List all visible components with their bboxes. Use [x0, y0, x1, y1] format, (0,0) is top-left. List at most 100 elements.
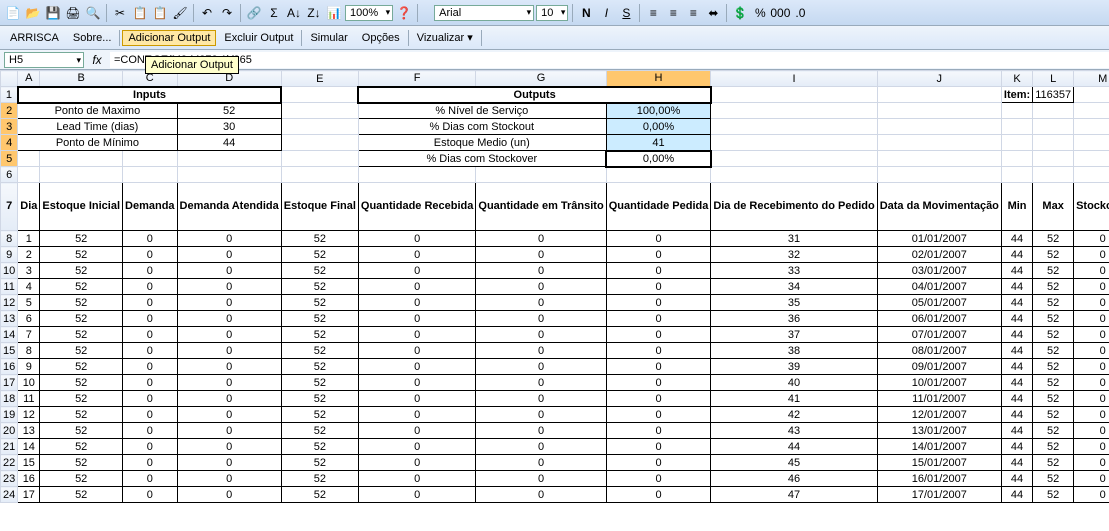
output-value-3[interactable]: 0,00%: [606, 119, 711, 135]
cell-J11[interactable]: 04/01/2007: [877, 279, 1001, 295]
cell-H14[interactable]: 0: [606, 327, 711, 343]
row-header-5[interactable]: 5: [1, 151, 18, 167]
italic-button[interactable]: I: [597, 4, 615, 22]
cell-E21[interactable]: 52: [281, 439, 358, 455]
cell-D6[interactable]: [177, 167, 281, 183]
cell-B22[interactable]: 52: [40, 455, 123, 471]
output-value-4[interactable]: 41: [606, 135, 711, 151]
cell-L16[interactable]: 52: [1033, 359, 1074, 375]
row-header-18[interactable]: 18: [1, 391, 18, 407]
cell-G19[interactable]: 0: [476, 407, 606, 423]
cell-J17[interactable]: 10/01/2007: [877, 375, 1001, 391]
cell-I20[interactable]: 43: [711, 423, 877, 439]
cell-D15[interactable]: 0: [177, 343, 281, 359]
cell-K24[interactable]: 44: [1001, 487, 1032, 503]
cell-A15[interactable]: 8: [18, 343, 40, 359]
cell-M6[interactable]: [1074, 167, 1109, 183]
cell-C20[interactable]: 0: [123, 423, 178, 439]
cell-A13[interactable]: 6: [18, 311, 40, 327]
cell-L3[interactable]: [1033, 119, 1074, 135]
cell-I12[interactable]: 35: [711, 295, 877, 311]
row-header-10[interactable]: 10: [1, 263, 18, 279]
cell-D11[interactable]: 0: [177, 279, 281, 295]
row-header-21[interactable]: 21: [1, 439, 18, 455]
cell-H21[interactable]: 0: [606, 439, 711, 455]
cell-K20[interactable]: 44: [1001, 423, 1032, 439]
cell-B23[interactable]: 52: [40, 471, 123, 487]
save-icon[interactable]: 💾: [44, 4, 62, 22]
cell-E8[interactable]: 52: [281, 231, 358, 247]
cell-L22[interactable]: 52: [1033, 455, 1074, 471]
cell-D10[interactable]: 0: [177, 263, 281, 279]
cell-M8[interactable]: 0: [1074, 231, 1109, 247]
cell-J20[interactable]: 13/01/2007: [877, 423, 1001, 439]
cell-H24[interactable]: 0: [606, 487, 711, 503]
cell-J5[interactable]: [877, 151, 1001, 167]
cell-E1[interactable]: [281, 87, 358, 103]
row-header-17[interactable]: 17: [1, 375, 18, 391]
cell-I11[interactable]: 34: [711, 279, 877, 295]
cell-I8[interactable]: 31: [711, 231, 877, 247]
row-header-22[interactable]: 22: [1, 455, 18, 471]
cell-H22[interactable]: 0: [606, 455, 711, 471]
cell-L8[interactable]: 52: [1033, 231, 1074, 247]
cut-icon[interactable]: ✂: [111, 4, 129, 22]
cell-G22[interactable]: 0: [476, 455, 606, 471]
row-header-12[interactable]: 12: [1, 295, 18, 311]
cell-L10[interactable]: 52: [1033, 263, 1074, 279]
cell-G18[interactable]: 0: [476, 391, 606, 407]
row-header-19[interactable]: 19: [1, 407, 18, 423]
cell-A11[interactable]: 4: [18, 279, 40, 295]
row-header-16[interactable]: 16: [1, 359, 18, 375]
cell-M17[interactable]: 0: [1074, 375, 1109, 391]
cell-G20[interactable]: 0: [476, 423, 606, 439]
cell-G15[interactable]: 0: [476, 343, 606, 359]
cell-C10[interactable]: 0: [123, 263, 178, 279]
cell-D13[interactable]: 0: [177, 311, 281, 327]
cell-B10[interactable]: 52: [40, 263, 123, 279]
autosum-icon[interactable]: Σ: [265, 4, 283, 22]
cell-A6[interactable]: [18, 167, 40, 183]
cell-M4[interactable]: [1074, 135, 1109, 151]
menu-vizualizar[interactable]: Vizualizar ▾: [411, 29, 479, 46]
cell-G9[interactable]: 0: [476, 247, 606, 263]
hyperlink-icon[interactable]: 🔗: [245, 4, 263, 22]
preview-icon[interactable]: 🔍: [84, 4, 102, 22]
cell-J24[interactable]: 17/01/2007: [877, 487, 1001, 503]
col-header-L[interactable]: L: [1033, 71, 1074, 87]
row-header-9[interactable]: 9: [1, 247, 18, 263]
cell-A18[interactable]: 11: [18, 391, 40, 407]
cell-G11[interactable]: 0: [476, 279, 606, 295]
col-header-A[interactable]: A: [18, 71, 40, 87]
select-all-corner[interactable]: [1, 71, 18, 87]
cell-M22[interactable]: 0: [1074, 455, 1109, 471]
cell-F23[interactable]: 0: [358, 471, 475, 487]
cell-F14[interactable]: 0: [358, 327, 475, 343]
cell-G8[interactable]: 0: [476, 231, 606, 247]
cell-J21[interactable]: 14/01/2007: [877, 439, 1001, 455]
bold-button[interactable]: N: [577, 4, 595, 22]
cell-I10[interactable]: 33: [711, 263, 877, 279]
undo-icon[interactable]: ↶: [198, 4, 216, 22]
cell-I6[interactable]: [711, 167, 877, 183]
cell-H19[interactable]: 0: [606, 407, 711, 423]
col-header-H[interactable]: H: [606, 71, 711, 87]
cell-L9[interactable]: 52: [1033, 247, 1074, 263]
cell-K3[interactable]: [1001, 119, 1032, 135]
cell-A21[interactable]: 14: [18, 439, 40, 455]
cell-J13[interactable]: 06/01/2007: [877, 311, 1001, 327]
input-value-4[interactable]: 44: [177, 135, 281, 151]
underline-button[interactable]: S: [617, 4, 635, 22]
format-painter-icon[interactable]: 🖌: [171, 4, 189, 22]
cell-L24[interactable]: 52: [1033, 487, 1074, 503]
row-header-2[interactable]: 2: [1, 103, 18, 119]
cell-G6[interactable]: [476, 167, 606, 183]
row-header-6[interactable]: 6: [1, 167, 18, 183]
col-header-K[interactable]: K: [1001, 71, 1032, 87]
cell-B19[interactable]: 52: [40, 407, 123, 423]
cell-L20[interactable]: 52: [1033, 423, 1074, 439]
row-header-4[interactable]: 4: [1, 135, 18, 151]
cell-D19[interactable]: 0: [177, 407, 281, 423]
row-header-24[interactable]: 24: [1, 487, 18, 503]
cell-I18[interactable]: 41: [711, 391, 877, 407]
